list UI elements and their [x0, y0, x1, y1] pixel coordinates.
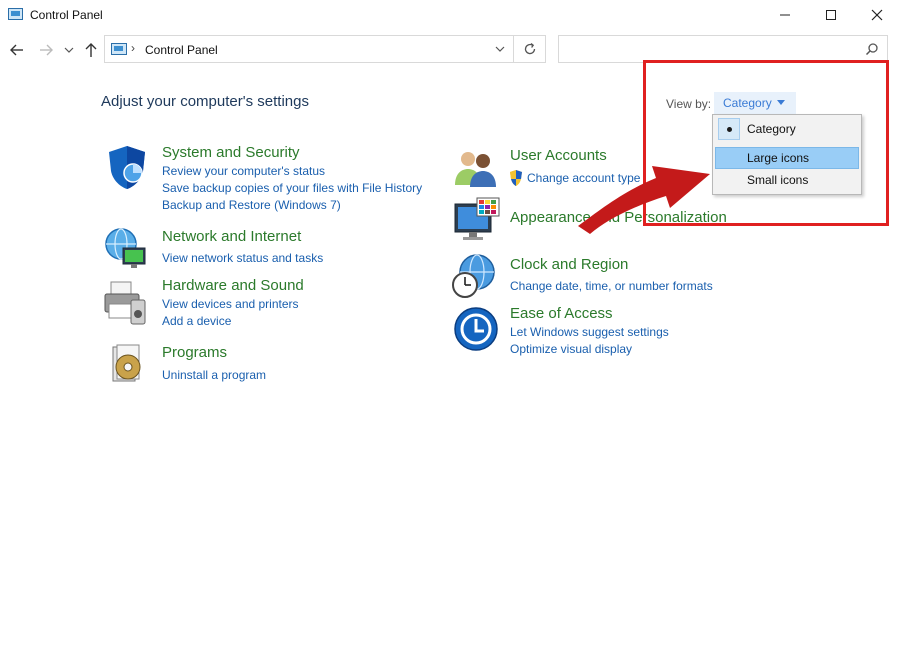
minimize-button[interactable]: [762, 0, 808, 30]
shield-icon: [109, 146, 145, 189]
up-arrow-icon: [85, 43, 97, 57]
refresh-icon: [524, 42, 535, 55]
link-devices-printers[interactable]: View devices and printers: [162, 297, 299, 311]
link-date-time-formats[interactable]: Change date, time, or number formats: [510, 279, 713, 293]
uac-shield-icon: [510, 170, 522, 186]
forward-arrow-icon: [40, 44, 53, 56]
category-title-network-internet[interactable]: Network and Internet: [162, 228, 301, 245]
maximize-button[interactable]: [808, 0, 854, 30]
window-title: Control Panel: [30, 8, 103, 22]
close-icon: [871, 9, 883, 21]
refresh-button[interactable]: [514, 35, 546, 63]
control-panel-icon: [111, 43, 127, 55]
network-globe-icon: [105, 228, 146, 268]
users-icon: [455, 152, 496, 187]
search-input[interactable]: [558, 35, 888, 63]
link-uninstall-program[interactable]: Uninstall a program: [162, 368, 266, 382]
page-title: Adjust your computer's settings: [101, 93, 309, 110]
address-dropdown-button[interactable]: [491, 40, 509, 58]
maximize-icon: [826, 10, 836, 20]
monitor-palette-icon: [454, 197, 500, 240]
link-network-status[interactable]: View network status and tasks: [162, 251, 323, 265]
address-bar[interactable]: › Control Panel: [104, 35, 514, 63]
chevron-down-icon: [495, 46, 505, 52]
category-title-system-security[interactable]: System and Security: [162, 144, 300, 161]
breadcrumb[interactable]: Control Panel: [145, 43, 218, 57]
forward-button[interactable]: [37, 41, 55, 59]
search-icon: [865, 43, 878, 56]
link-add-device[interactable]: Add a device: [162, 314, 231, 328]
chevron-down-icon: [64, 47, 74, 53]
title-bar: Control Panel: [0, 0, 900, 30]
control-panel-icon: [8, 8, 23, 20]
category-title-clock-region[interactable]: Clock and Region: [510, 256, 628, 273]
annotation-arrow-icon: [578, 166, 710, 234]
back-arrow-icon: [10, 44, 23, 56]
category-title-ease-of-access[interactable]: Ease of Access: [510, 305, 613, 322]
link-review-status[interactable]: Review your computer's status: [162, 164, 325, 178]
close-button[interactable]: [854, 0, 900, 30]
programs-disc-icon: [112, 344, 141, 382]
printer-icon: [104, 281, 146, 325]
clock-globe-icon: [452, 254, 495, 298]
back-button[interactable]: [8, 41, 26, 59]
category-title-programs[interactable]: Programs: [162, 344, 227, 361]
category-title-hardware-sound[interactable]: Hardware and Sound: [162, 277, 304, 294]
up-button[interactable]: [82, 41, 100, 59]
link-file-history[interactable]: Save backup copies of your files with Fi…: [162, 181, 422, 195]
breadcrumb-separator[interactable]: ›: [131, 41, 135, 55]
minimize-icon: [780, 14, 790, 16]
ease-of-access-icon: [454, 307, 498, 351]
link-suggest-settings[interactable]: Let Windows suggest settings: [510, 325, 669, 339]
link-backup-restore[interactable]: Backup and Restore (Windows 7): [162, 198, 341, 212]
link-optimize-display[interactable]: Optimize visual display: [510, 342, 632, 356]
recent-locations-button[interactable]: [62, 41, 76, 59]
